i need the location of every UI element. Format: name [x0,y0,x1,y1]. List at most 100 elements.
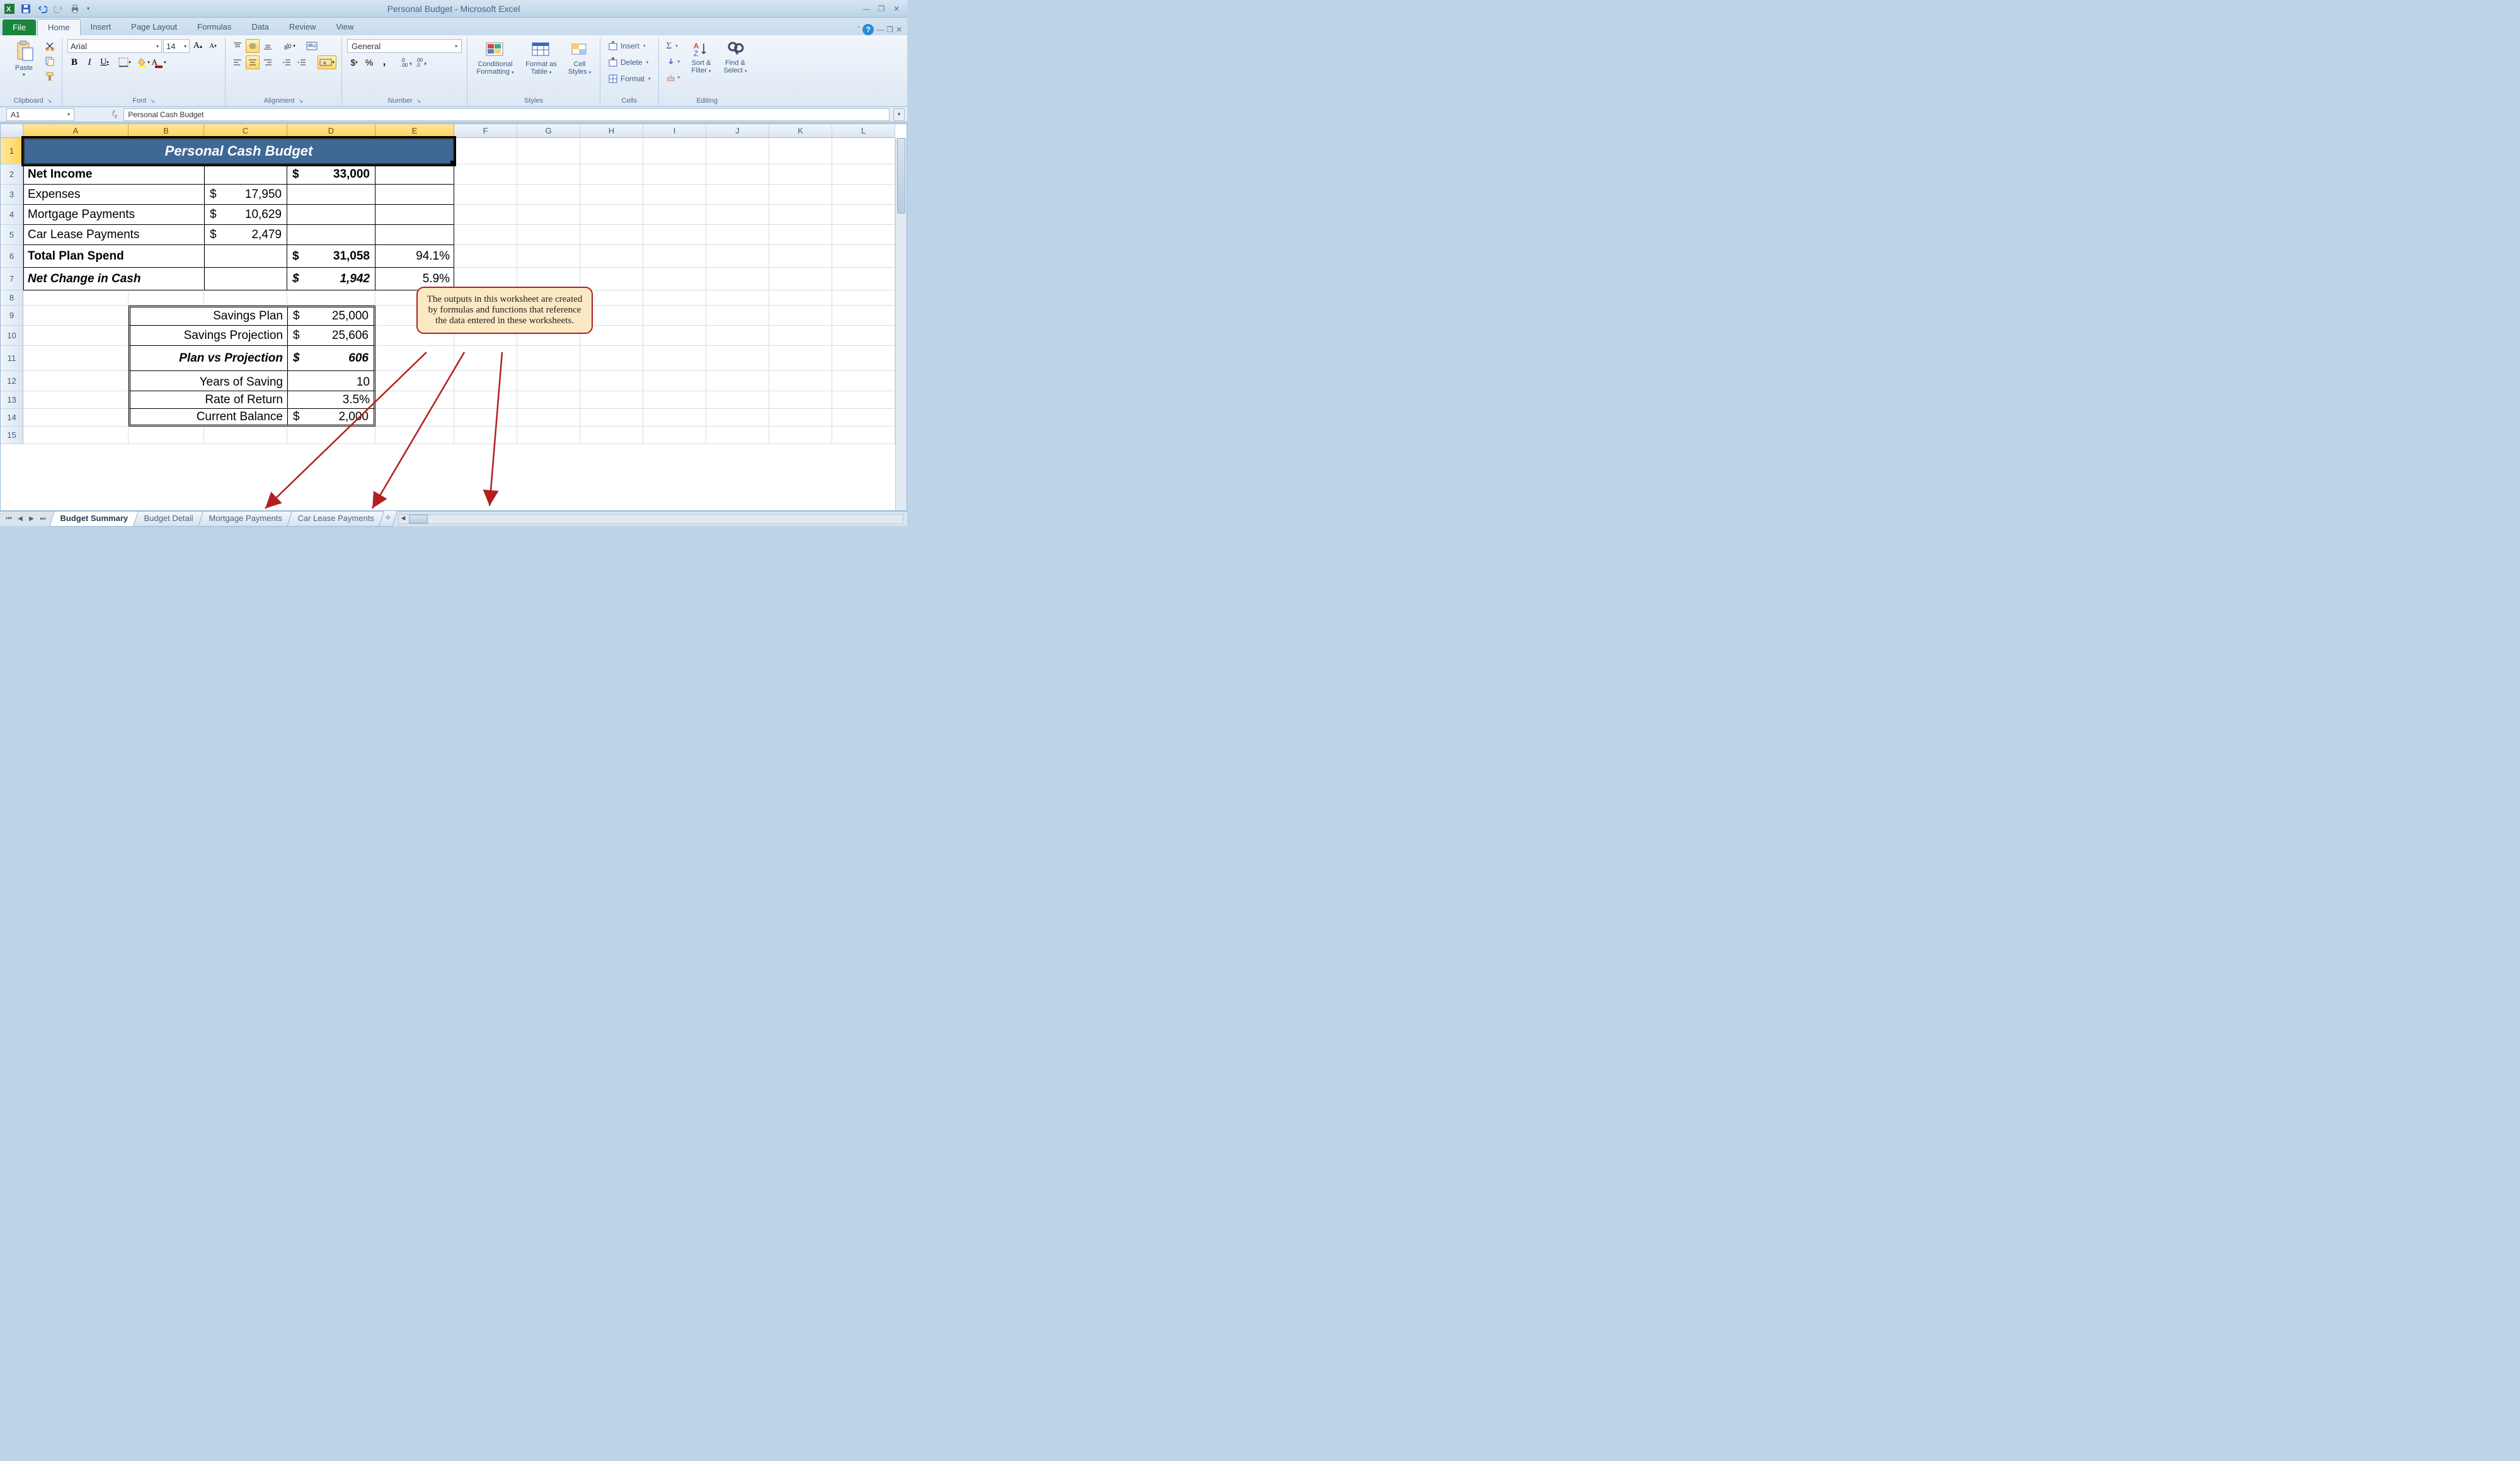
cell-B10[interactable]: Savings Projection [129,326,287,346]
col-K[interactable]: K [769,124,832,137]
cell-styles-button[interactable]: Cell Styles ▾ [564,39,595,77]
shrink-font-icon[interactable]: A▾ [206,39,220,53]
col-I[interactable]: I [643,124,706,137]
cell-B14[interactable]: Current Balance [129,409,287,427]
format-as-table-button[interactable]: Format as Table ▾ [522,39,561,77]
sheet-nav-last-icon[interactable]: ⏭ [38,514,48,524]
cell-D13[interactable]: 3.5% [287,391,375,409]
col-F[interactable]: F [454,124,517,137]
select-all-corner[interactable] [1,124,23,138]
cell-C5[interactable]: $2,479 [204,225,287,245]
cell-A2[interactable]: Net Income [23,164,204,185]
workbook-minimize-icon[interactable]: — [876,25,884,34]
undo-icon[interactable] [35,2,49,16]
formula-bar[interactable]: Personal Cash Budget [123,108,890,121]
tab-data[interactable]: Data [241,19,278,35]
orientation-icon[interactable]: ab▾ [282,39,296,53]
tab-formulas[interactable]: Formulas [187,19,241,35]
tab-review[interactable]: Review [279,19,326,35]
col-J[interactable]: J [706,124,769,137]
clipboard-launcher-icon[interactable]: ↘ [47,98,52,105]
number-format-combo[interactable]: General▾ [347,39,462,53]
align-bottom-icon[interactable] [261,39,275,53]
sheet-tab-budget-detail[interactable]: Budget Detail [133,512,203,527]
redo-icon[interactable] [52,2,66,16]
align-center-icon[interactable] [246,55,260,69]
restore-icon[interactable]: ❐ [874,4,888,13]
format-cells-button[interactable]: Format▾ [605,72,653,86]
cell-D9[interactable]: $25,000 [287,306,375,326]
horizontal-scroll-thumb[interactable] [409,515,428,524]
cell-B12[interactable]: Years of Saving [129,371,287,391]
qat-customize-icon[interactable]: ▾ [84,2,92,16]
decrease-decimal-icon[interactable]: .00.0 [415,55,429,69]
minimize-icon[interactable]: — [859,4,873,13]
name-box[interactable]: A1▾ [6,108,74,121]
cell-D10[interactable]: $25,606 [287,326,375,346]
increase-indent-icon[interactable] [295,55,309,69]
font-size-combo[interactable]: 14▾ [163,39,190,53]
cell-D14[interactable]: $2,000 [287,409,375,427]
tab-insert[interactable]: Insert [81,19,122,35]
delete-cells-button[interactable]: Delete▾ [605,55,653,69]
tab-file[interactable]: File [3,20,36,35]
comma-format-icon[interactable]: , [377,55,391,69]
row-1[interactable]: 1 [1,138,23,164]
row-14[interactable]: 14 [1,409,23,427]
cell-A4[interactable]: Mortgage Payments [23,205,204,225]
underline-button[interactable]: U▾ [98,55,112,69]
number-launcher-icon[interactable]: ↘ [416,98,421,105]
print-icon[interactable] [68,2,82,16]
cell-C3[interactable]: $17,950 [204,185,287,205]
col-B[interactable]: B [129,124,204,137]
copy-icon[interactable] [43,54,57,68]
bold-button[interactable]: B [67,55,81,69]
row-12[interactable]: 12 [1,371,23,391]
fill-color-button[interactable]: ▾ [137,55,151,69]
alignment-launcher-icon[interactable]: ↘ [299,98,304,105]
col-L[interactable]: L [832,124,895,137]
align-right-icon[interactable] [261,55,275,69]
cell-B11[interactable]: Plan vs Projection [129,346,287,371]
cell-B9[interactable]: Savings Plan [129,306,287,326]
percent-format-icon[interactable]: % [362,55,376,69]
save-icon[interactable] [19,2,33,16]
accounting-format-icon[interactable]: $▾ [347,55,361,69]
increase-decimal-icon[interactable]: .0.00 [400,55,414,69]
tab-view[interactable]: View [326,19,364,35]
paste-button[interactable]: Paste ▾ [9,39,39,79]
selection-handle[interactable] [450,161,454,164]
cell-E6[interactable]: 94.1% [375,245,454,268]
sheet-tab-car-lease-payments[interactable]: Car Lease Payments [287,512,384,527]
cell-C4[interactable]: $10,629 [204,205,287,225]
help-icon[interactable]: ? [862,24,874,35]
align-left-icon[interactable] [231,55,244,69]
col-E[interactable]: E [375,124,454,137]
tab-home[interactable]: Home [37,19,81,36]
find-select-button[interactable]: Find & Select ▾ [720,39,750,76]
fx-icon[interactable]: fx [112,109,117,120]
close-icon[interactable]: ✕ [890,4,903,13]
cell-A7[interactable]: Net Change in Cash [23,268,204,290]
autosum-button[interactable]: Σ▾ [664,39,683,53]
row-10[interactable]: 10 [1,326,23,346]
insert-cells-button[interactable]: Insert▾ [605,39,653,53]
vertical-scroll-thumb[interactable] [897,138,905,214]
row-7[interactable]: 7 [1,268,23,290]
font-launcher-icon[interactable]: ↘ [150,98,155,105]
align-top-icon[interactable] [231,39,244,53]
col-C[interactable]: C [204,124,287,137]
minimize-ribbon-icon[interactable]: ˆ [858,26,861,33]
cell-B13[interactable]: Rate of Return [129,391,287,409]
wrap-text-icon[interactable]: ab [305,39,319,53]
col-D[interactable]: D [287,124,375,137]
format-painter-icon[interactable] [43,69,57,83]
font-color-button[interactable]: A▾ [152,55,166,69]
workbook-restore-icon[interactable]: ❐ [886,25,893,34]
cell-D7[interactable]: $1,942 [287,268,375,290]
expand-formula-bar-icon[interactable]: ▾ [893,108,905,121]
sheet-nav-next-icon[interactable]: ▶ [26,514,37,524]
decrease-indent-icon[interactable] [280,55,294,69]
cell-D6[interactable]: $31,058 [287,245,375,268]
italic-button[interactable]: I [83,55,96,69]
